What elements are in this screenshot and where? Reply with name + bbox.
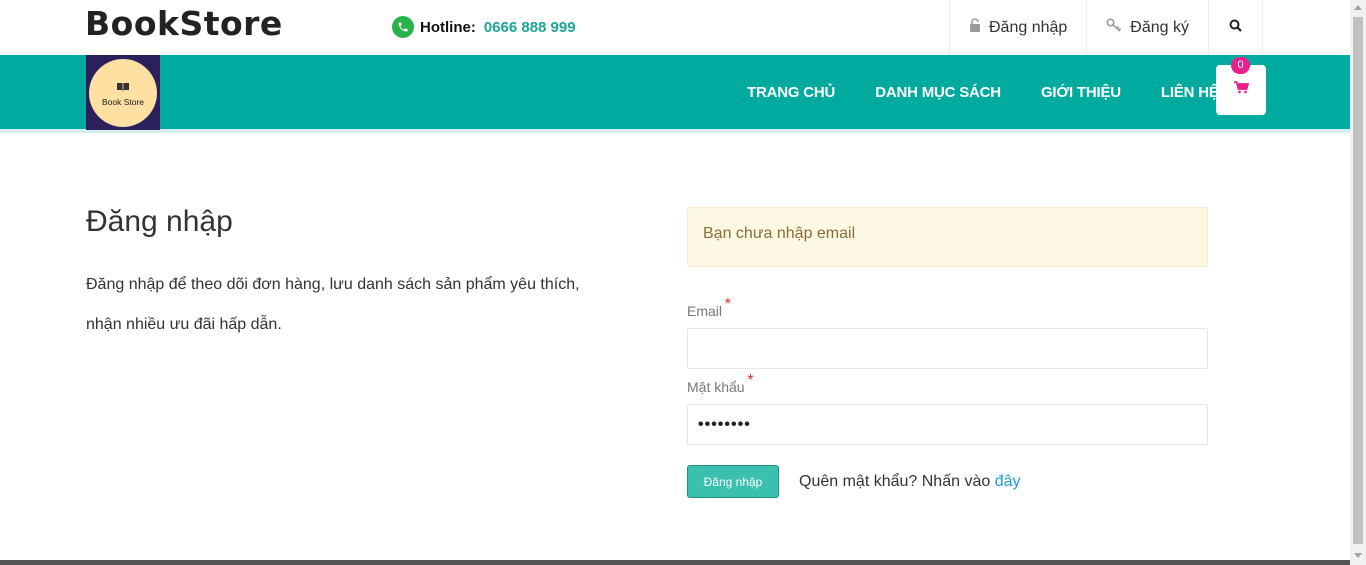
- register-link[interactable]: Đăng ký: [1086, 0, 1208, 55]
- login-form: Bạn chưa nhập email Email * Mật khẩu * Đ…: [687, 207, 1208, 498]
- login-label: Đăng nhập: [989, 18, 1068, 36]
- logo-text: Book Store: [101, 97, 145, 107]
- hotline: Hotline: 0666 888 999: [392, 16, 576, 38]
- scroll-up-arrow-icon[interactable]: [1354, 5, 1362, 10]
- login-intro: Đăng nhập Đăng nhập để theo dõi đơn hàng…: [86, 205, 646, 345]
- page-title: Đăng nhập: [86, 205, 233, 238]
- logo-badge: Book Store: [89, 58, 157, 127]
- search-button[interactable]: [1208, 0, 1263, 55]
- password-label-text: Mật khẩu: [687, 379, 745, 395]
- email-label-text: Email: [687, 303, 723, 319]
- store-logo[interactable]: Book Store: [86, 55, 160, 130]
- email-field[interactable]: [687, 328, 1208, 369]
- nav-menu: TRANG CHỦ DANH MỤC SÁCH GIỚI THIỆU LIÊN …: [727, 55, 1239, 129]
- nav-item-categories[interactable]: DANH MỤC SÁCH: [855, 84, 1021, 101]
- login-link[interactable]: Đăng nhập: [949, 0, 1086, 55]
- page-scrollbar[interactable]: [1350, 0, 1366, 565]
- nav-item-about[interactable]: GIỚI THIỆU: [1021, 84, 1141, 101]
- key-icon: [1106, 18, 1122, 37]
- main-navbar: Book Store TRANG CHỦ DANH MỤC SÁCH GIỚI …: [0, 55, 1350, 133]
- password-label: Mật khẩu *: [687, 372, 754, 395]
- required-mark: *: [747, 372, 754, 389]
- hotline-label: Hotline:: [420, 18, 476, 36]
- nav-item-home[interactable]: TRANG CHỦ: [727, 84, 855, 101]
- forgot-password-link[interactable]: đây: [995, 473, 1021, 490]
- search-icon: [1229, 19, 1242, 37]
- book-icon: [116, 78, 130, 96]
- auth-links: Đăng nhập Đăng ký: [949, 0, 1263, 55]
- form-actions: Đăng nhập Quên mật khẩu? Nhấn vào đây: [687, 465, 1208, 498]
- brand-name[interactable]: BookStore: [85, 4, 283, 43]
- phone-icon: [392, 16, 414, 38]
- cart-button[interactable]: 0: [1216, 57, 1266, 115]
- email-label: Email *: [687, 296, 731, 319]
- register-label: Đăng ký: [1130, 18, 1189, 36]
- alert-message: Bạn chưa nhập email: [687, 207, 1208, 267]
- forgot-password: Quên mật khẩu? Nhấn vào đây: [799, 473, 1020, 491]
- cart-icon: [1233, 81, 1249, 99]
- required-mark: *: [724, 296, 732, 313]
- footer-strip: [0, 560, 1350, 565]
- lock-icon: [969, 18, 981, 37]
- scroll-thumb[interactable]: [1353, 17, 1363, 544]
- scroll-down-arrow-icon[interactable]: [1354, 553, 1362, 558]
- cart-count-badge: 0: [1231, 57, 1250, 74]
- top-bar: BookStore Hotline: 0666 888 999 Đăng nhậ…: [0, 0, 1350, 55]
- hotline-number[interactable]: 0666 888 999: [484, 19, 576, 36]
- page-description: Đăng nhập để theo dõi đơn hàng, lưu danh…: [86, 276, 580, 333]
- forgot-text: Quên mật khẩu? Nhấn vào: [799, 472, 991, 490]
- login-button[interactable]: Đăng nhập: [687, 465, 779, 498]
- password-field[interactable]: [687, 404, 1208, 445]
